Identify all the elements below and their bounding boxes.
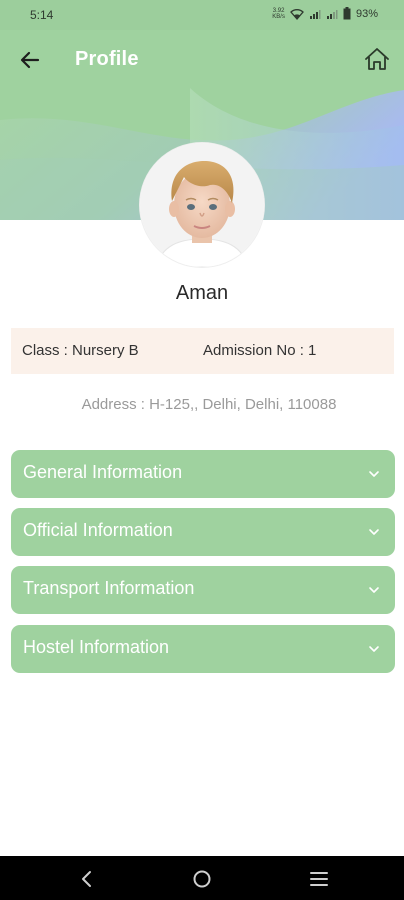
hostel-information-section[interactable]: Hostel Information: [11, 625, 395, 673]
battery-percent: 93%: [355, 7, 378, 20]
arrow-left-icon: [20, 51, 40, 69]
nav-home-icon: [193, 870, 211, 888]
back-button[interactable]: [16, 46, 44, 74]
battery-icon: [343, 7, 351, 20]
general-information-section[interactable]: General Information: [11, 450, 395, 498]
student-avatar: [140, 143, 264, 267]
system-navigation-bar: [0, 856, 404, 900]
admission-number-text: Admission No : 1: [203, 342, 317, 359]
status-bar: 5:14 3.92 KB/s 93%: [0, 0, 404, 30]
section-label: General Information: [23, 462, 183, 482]
home-icon: [365, 48, 389, 70]
status-indicators: 3.92 KB/s 93%: [272, 7, 378, 20]
chevron-down-icon: [369, 471, 379, 477]
home-button[interactable]: [362, 44, 392, 74]
class-text: Class : Nursery B: [22, 342, 139, 359]
transport-information-section[interactable]: Transport Information: [11, 566, 395, 614]
nav-menu-button[interactable]: [308, 868, 330, 890]
class-admission-strip: Class : Nursery B Admission No : 1: [11, 328, 394, 374]
nav-menu-icon: [310, 872, 328, 886]
address-text: Address : H-125,, Delhi, Delhi, 110088: [81, 396, 337, 413]
student-photo: [140, 143, 264, 267]
student-name: Aman: [175, 282, 229, 304]
chevron-down-icon: [369, 587, 379, 593]
nav-back-button[interactable]: [75, 868, 97, 890]
section-label: Official Information: [23, 520, 173, 540]
signal-icon-2: [326, 9, 338, 19]
nav-home-button[interactable]: [191, 868, 213, 890]
nav-back-icon: [82, 871, 91, 887]
status-time: 5:14: [30, 8, 54, 22]
page-title: Profile: [75, 48, 139, 70]
section-label: Transport Information: [23, 578, 195, 598]
section-label: Hostel Information: [23, 637, 170, 657]
official-information-section[interactable]: Official Information: [11, 508, 395, 556]
signal-icon: [309, 9, 321, 19]
network-speed: 3.92 KB/s: [272, 7, 285, 20]
wifi-icon: [290, 8, 304, 20]
chevron-down-icon: [369, 646, 379, 652]
chevron-down-icon: [369, 529, 379, 535]
